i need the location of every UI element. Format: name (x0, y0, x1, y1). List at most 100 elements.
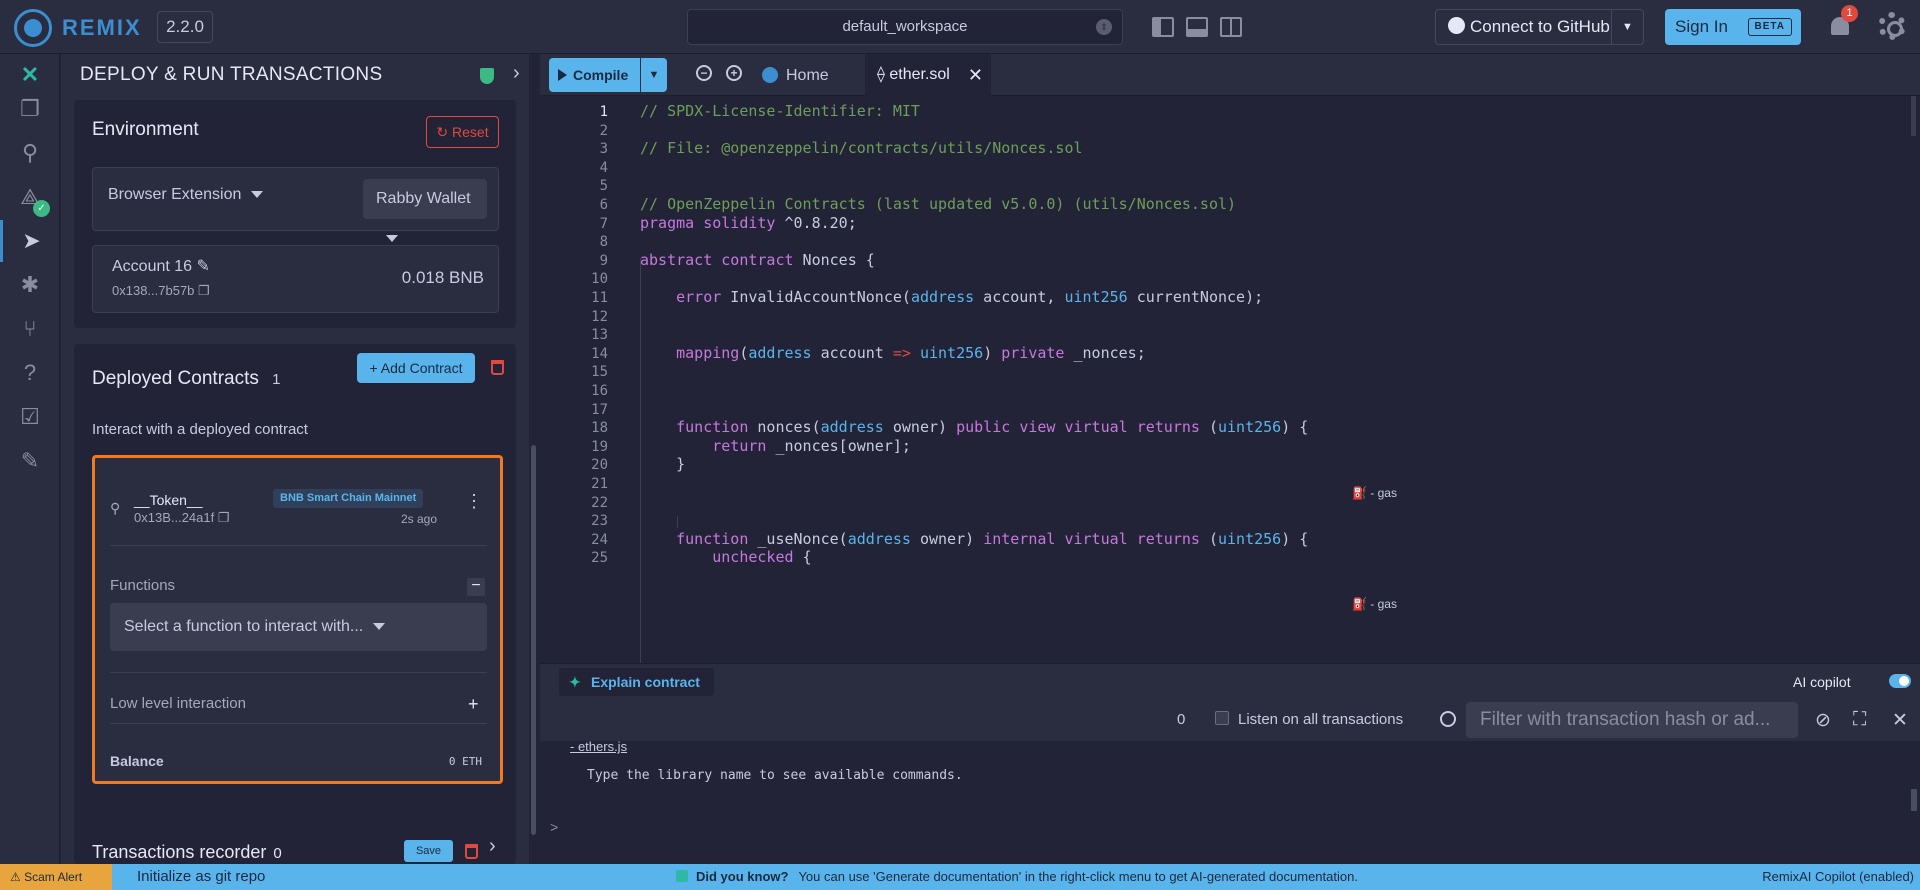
side-panel-scrollbar[interactable] (531, 445, 536, 835)
tab-ether-sol[interactable]: ⟠ ether.sol ✕ (865, 54, 991, 96)
reset-button[interactable]: ↻ Reset (426, 116, 499, 148)
code-line[interactable]: abstract contract Nonces { (640, 251, 875, 269)
line-number: 12 (591, 308, 608, 325)
connect-github-button[interactable]: Connect to GitHub ▼ (1435, 9, 1644, 45)
gear-icon[interactable] (1878, 12, 1906, 40)
line-number: 10 (591, 271, 608, 288)
search-icon[interactable]: ⚲ (0, 132, 60, 174)
function-selector[interactable]: Select a function to interact with... (110, 603, 487, 651)
code-line[interactable]: error InvalidAccountNonce(address accoun… (640, 288, 1263, 306)
editor-tabs: Compile ▼ − + Home ⟠ ether.sol ✕ (540, 54, 1920, 96)
clear-console-icon[interactable]: ⊘ (1815, 709, 1831, 732)
code-line[interactable]: return _nonces[owner]; (640, 437, 911, 455)
file-explorer-icon[interactable]: ❐ (0, 88, 60, 130)
line-number: 4 (599, 159, 608, 176)
warning-icon: ⚠ (10, 870, 21, 884)
terminal-prompt[interactable]: > (550, 819, 558, 835)
close-icon[interactable]: ✕ (968, 54, 983, 96)
copilot-status[interactable]: RemixAI Copilot (enabled) (1762, 864, 1914, 890)
account-balance: 0.018 BNB (401, 268, 484, 287)
github-icon (1448, 17, 1465, 34)
code-editor[interactable]: 1// SPDX-License-Identifier: MIT 2 3// Fil… (540, 96, 1920, 663)
code-line[interactable]: // SPDX-License-Identifier: MIT (640, 102, 920, 120)
code-line[interactable]: } (640, 455, 685, 473)
workspace-name: default_workspace (842, 18, 968, 35)
expand-icon[interactable]: + (468, 694, 479, 715)
code-line[interactable]: // OpenZeppelin Contracts (last updated … (640, 195, 1236, 213)
toggle-left-panel-icon[interactable] (1152, 17, 1174, 37)
code-line[interactable]: // File: @openzeppelin/contracts/utils/N… (640, 139, 1083, 157)
workspace-selector[interactable]: default_workspace ⇕ (687, 9, 1123, 45)
line-number: 24 (591, 531, 608, 548)
line-number: 13 (591, 327, 608, 344)
transaction-filter-input[interactable] (1466, 702, 1798, 738)
code-line[interactable]: function nonces(address owner) public vi… (640, 418, 1308, 436)
close-icon[interactable]: ✕ (1892, 709, 1908, 732)
remix-logo[interactable]: REMIX (14, 9, 142, 47)
search-icon (1440, 711, 1456, 727)
copy-icon[interactable]: ❐ (198, 283, 210, 298)
zoom-out-icon[interactable]: − (696, 65, 712, 81)
bell-icon[interactable]: 1 (1829, 5, 1858, 38)
code-line[interactable]: pragma solidity ^0.8.20; (640, 214, 857, 232)
sign-in-label: Sign In (1675, 17, 1728, 36)
shield-icon (480, 68, 494, 84)
trash-icon[interactable] (465, 844, 478, 859)
code-line[interactable]: unchecked { (640, 548, 811, 566)
init-git-button[interactable]: Initialize as git repo (137, 864, 265, 890)
line-number: 5 (599, 178, 608, 195)
listen-label: Listen on all transactions (1238, 711, 1404, 728)
terminal-header: Explain contract AI copilot (540, 663, 1920, 699)
chevron-right-icon[interactable]: › (513, 62, 520, 85)
lightbulb-icon (676, 870, 688, 882)
kebab-menu-icon[interactable]: ⋮ (465, 491, 483, 512)
debugger-icon[interactable]: ✱ (0, 264, 60, 306)
account-selector[interactable]: Account 16 ✎ 0x138...7b57b ❐ 0.018 BNB (92, 245, 499, 313)
help-icon[interactable]: ? (0, 352, 60, 394)
zoom-in-icon[interactable]: + (726, 65, 742, 81)
toggle-bottom-panel-icon[interactable] (1186, 17, 1208, 37)
solidity-compiler-icon[interactable]: ⟁ ✓ (0, 176, 60, 218)
verify-icon[interactable]: ☑ (0, 396, 60, 438)
save-button[interactable]: Save (404, 840, 453, 862)
listen-checkbox[interactable] (1215, 711, 1229, 725)
environment-value: Browser Extension (108, 186, 242, 203)
scam-alert-button[interactable]: ⚠ Scam Alert (0, 864, 112, 890)
toggle-right-panel-icon[interactable] (1220, 17, 1242, 37)
chevron-right-icon[interactable]: › (489, 835, 496, 858)
chevron-down-icon[interactable]: ▼ (1611, 10, 1643, 44)
pin-icon[interactable]: ⚲ (110, 500, 120, 517)
pencil-icon[interactable]: ✎ (197, 258, 210, 275)
collapse-icon[interactable]: − (467, 578, 485, 596)
line-number: 6 (599, 197, 608, 213)
gas-estimate: ⛽ - gas (1352, 597, 1397, 611)
code-line[interactable]: function _useNonce(address owner) intern… (640, 530, 1308, 548)
icon-bar: ✕ ❐ ⚲ ⟁ ✓ ➤ ✱ ⑂ ? ☑ ✎ (0, 54, 60, 864)
ai-copilot-toggle[interactable] (1889, 674, 1911, 688)
line-number: 16 (591, 383, 608, 399)
environment-selector[interactable]: Browser Extension Rabby Wallet (92, 167, 499, 243)
chevron-down-icon (386, 235, 398, 243)
chevron-down-icon[interactable]: ▼ (641, 58, 667, 92)
git-icon[interactable]: ⑂ (0, 308, 60, 350)
balance-label: Balance (110, 753, 164, 769)
explain-contract-button[interactable]: Explain contract (559, 668, 714, 696)
check-icon: ✓ (33, 200, 50, 217)
deploy-run-icon[interactable]: ➤ (0, 220, 60, 262)
trash-icon[interactable] (491, 360, 504, 375)
editor-scrollbar[interactable] (1911, 96, 1916, 136)
tab-home[interactable]: Home (762, 62, 829, 90)
wallet-selector[interactable]: Rabby Wallet (363, 179, 487, 243)
copy-icon[interactable]: ❐ (218, 510, 230, 525)
maximize-icon[interactable]: ⛶ (1853, 709, 1866, 731)
compile-button[interactable]: Compile (549, 58, 640, 92)
sign-in-button[interactable]: Sign In BETA (1665, 9, 1801, 45)
terminal-output[interactable]: - ethers.js Type the library name to see… (540, 739, 1920, 864)
plugin-manager-icon[interactable]: ✎ (0, 440, 60, 482)
add-contract-button[interactable]: + Add Contract (357, 353, 475, 383)
terminal-scrollbar[interactable] (1911, 789, 1917, 811)
code-line[interactable]: mapping(address account => uint256) priv… (640, 344, 1146, 362)
transaction-count: 0 (1177, 711, 1186, 728)
line-number: 9 (599, 252, 608, 269)
line-number: 7 (599, 215, 608, 232)
